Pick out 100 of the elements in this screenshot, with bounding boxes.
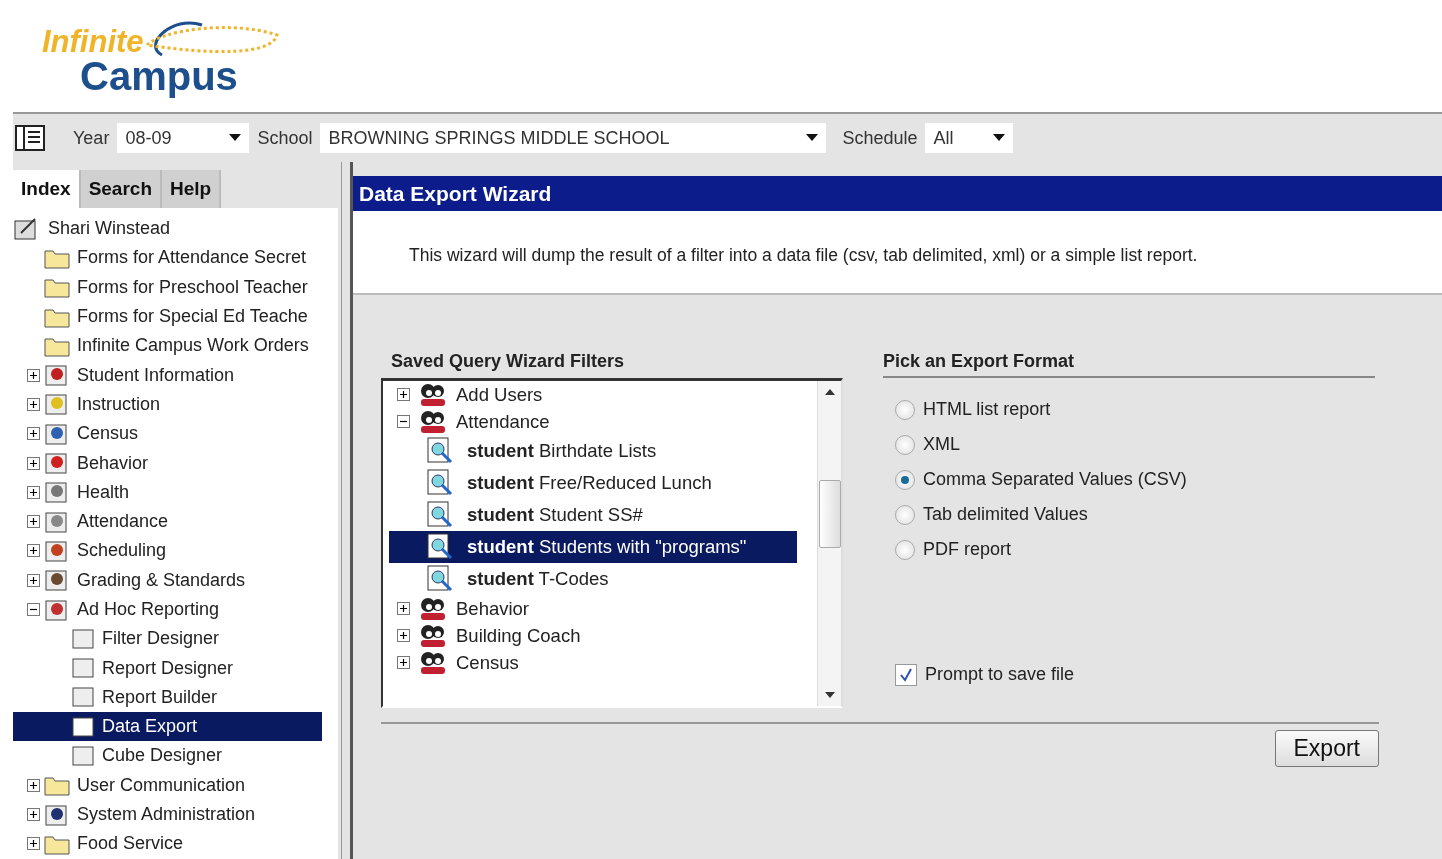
school-select[interactable]: BROWNING SPRINGS MIDDLE SCHOOL <box>320 123 827 153</box>
people-icon <box>418 381 448 408</box>
tree-item[interactable]: Grading & Standards <box>74 568 249 592</box>
people-icon <box>418 649 448 676</box>
radio-button[interactable] <box>895 539 915 560</box>
collapse-toggle-icon[interactable] <box>397 415 410 428</box>
expand-toggle-icon[interactable] <box>27 427 40 441</box>
tree-item[interactable]: Shari Winstead <box>45 217 174 241</box>
radio-button[interactable] <box>895 434 915 455</box>
module-icon <box>44 451 70 475</box>
tree-item[interactable]: Cube Designer <box>13 741 322 771</box>
tree-item[interactable]: Forms for Attendance Secret <box>74 246 310 270</box>
expand-toggle-icon[interactable] <box>397 656 410 669</box>
scrollbar[interactable] <box>817 381 841 706</box>
radio-label: Tab delimited Values <box>923 504 1088 525</box>
filter-item[interactable]: student Birthdate Lists <box>389 435 797 467</box>
module-icon <box>44 421 70 446</box>
radio-button[interactable] <box>895 504 915 525</box>
dropdown-caret-icon <box>806 134 819 142</box>
search-icon <box>425 500 455 530</box>
tree-item[interactable]: Filter Designer <box>13 624 322 654</box>
school-label: School <box>257 127 313 149</box>
expand-toggle-icon[interactable] <box>27 808 40 822</box>
search-icon <box>425 564 455 594</box>
panel-toggle-icon[interactable] <box>15 125 45 151</box>
tree-item[interactable]: Health <box>74 480 133 504</box>
radio-button[interactable] <box>895 399 915 420</box>
filter-group[interactable]: Building Coach <box>456 624 581 647</box>
search-icon <box>425 468 455 498</box>
tree-item[interactable]: Food Service <box>74 832 187 856</box>
filter-group[interactable]: Add Users <box>456 383 543 406</box>
people-icon <box>418 595 448 622</box>
checkbox[interactable] <box>895 663 917 686</box>
filter-group[interactable]: Census <box>456 651 519 674</box>
expand-toggle-icon[interactable] <box>27 778 40 792</box>
tree-item[interactable]: Instruction <box>74 392 164 416</box>
radio-label: Comma Separated Values (CSV) <box>923 469 1187 490</box>
module-icon <box>44 597 70 622</box>
module-icon <box>44 509 70 534</box>
dropdown-caret-icon <box>229 134 242 142</box>
collapse-toggle-icon[interactable] <box>27 603 40 616</box>
tree-item[interactable]: Report Builder <box>13 682 322 713</box>
dropdown-caret-icon <box>993 134 1006 142</box>
expand-toggle-icon[interactable] <box>27 397 40 411</box>
folder-icon <box>44 276 70 299</box>
tree-item[interactable]: Forms for Preschool Teacher <box>74 275 311 299</box>
export-button[interactable]: Export <box>1274 730 1379 767</box>
radio-label: XML <box>923 434 960 455</box>
tree-item[interactable]: Forms for Special Ed Teache <box>74 305 311 329</box>
sidebar-tab[interactable]: Index <box>13 170 81 208</box>
filter-group[interactable]: Behavior <box>456 597 529 620</box>
tree-item[interactable]: Infinite Campus Work Orders <box>74 334 312 358</box>
expand-toggle-icon[interactable] <box>27 515 40 529</box>
tree-item[interactable]: Scheduling <box>74 539 170 563</box>
tree-item[interactable]: Student Information <box>74 363 238 387</box>
tree-item[interactable]: Ad Hoc Reporting <box>74 598 223 621</box>
sidebar-tab[interactable]: Help <box>162 170 222 208</box>
schedule-label: Schedule <box>842 127 918 149</box>
expand-toggle-icon[interactable] <box>27 837 40 851</box>
expand-toggle-icon[interactable] <box>27 544 40 558</box>
search-icon <box>425 532 455 562</box>
people-icon <box>418 622 448 649</box>
scroll-down-icon[interactable] <box>824 692 835 698</box>
checkmark-icon <box>899 667 913 682</box>
filter-item[interactable]: student Student SS# <box>389 499 797 531</box>
tree-item[interactable]: User Communication <box>74 773 249 797</box>
radio-button[interactable] <box>895 469 915 490</box>
sidebar-tab[interactable]: Search <box>80 170 162 208</box>
wizard-title-bar: Data Export Wizard <box>353 176 1442 211</box>
filter-item[interactable]: student Students with "programs" <box>389 531 797 563</box>
filters-heading: Saved Query Wizard Filters <box>390 351 625 372</box>
scroll-up-icon[interactable] <box>824 389 835 395</box>
logo: Infinite Campus <box>42 10 282 105</box>
module-icon <box>44 568 70 593</box>
expand-toggle-icon[interactable] <box>397 388 410 401</box>
wizard-description: This wizard will dump the result of a filter into a data file (csv, tab delimited, xml) or a simple list report. <box>353 211 1442 295</box>
filter-item[interactable]: student Free/Reduced Lunch <box>389 467 797 499</box>
scroll-thumb[interactable] <box>818 479 841 548</box>
tree-item[interactable]: Report Designer <box>13 653 322 683</box>
radio-label: HTML list report <box>923 399 1051 420</box>
filter-group[interactable]: Attendance <box>456 410 550 433</box>
tree-item[interactable]: Behavior <box>74 451 152 475</box>
expand-toggle-icon[interactable] <box>397 629 410 642</box>
report-icon <box>71 657 95 680</box>
year-select[interactable]: 08-09 <box>117 123 250 153</box>
radio-label: PDF report <box>923 539 1012 560</box>
tree-item[interactable]: Data Export <box>13 712 322 742</box>
filter-item[interactable]: student T-Codes <box>389 563 797 595</box>
expand-toggle-icon[interactable] <box>27 573 40 587</box>
expand-toggle-icon[interactable] <box>27 368 40 382</box>
expand-toggle-icon[interactable] <box>27 485 40 499</box>
expand-toggle-icon[interactable] <box>27 456 40 470</box>
search-icon <box>425 436 455 466</box>
folder-icon <box>44 774 70 797</box>
tree-item[interactable]: System Administration <box>74 803 259 827</box>
schedule-select[interactable]: All <box>925 123 1014 153</box>
tree-item[interactable]: Census <box>74 422 142 446</box>
people-icon <box>418 408 448 435</box>
expand-toggle-icon[interactable] <box>397 602 410 615</box>
tree-item[interactable]: Attendance <box>74 510 172 534</box>
